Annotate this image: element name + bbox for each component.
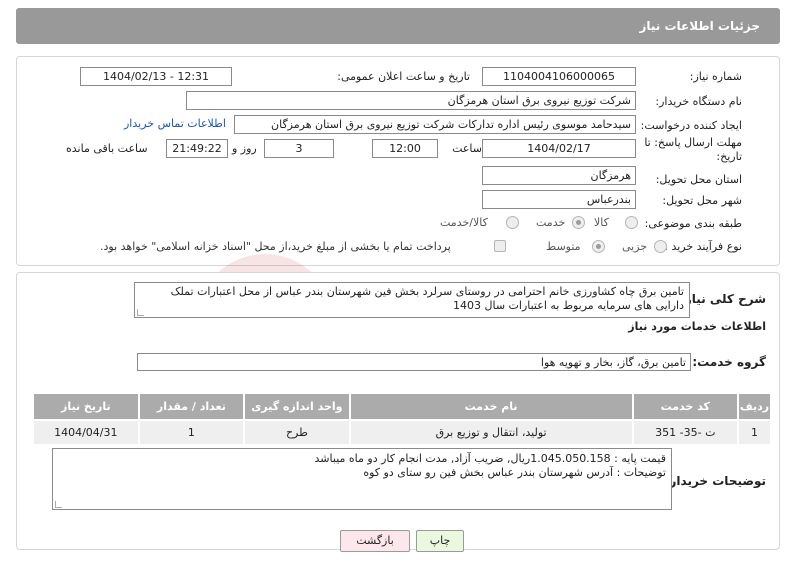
time-remaining-field: 21:49:22 bbox=[166, 139, 228, 158]
announce-datetime-label: تاریخ و ساعت اعلان عمومی: bbox=[337, 70, 470, 83]
buyer-notes-line2: توضیحات : آدرس شهرستان بندر عباس بخش فین… bbox=[363, 466, 666, 479]
treasury-payment-checkbox[interactable] bbox=[494, 240, 506, 252]
category-option-service: خدمت bbox=[536, 216, 566, 229]
cell-service-code: ت -35- 351 bbox=[631, 419, 740, 446]
process-radio-minor[interactable] bbox=[654, 240, 667, 253]
province-label: استان محل تحویل: bbox=[655, 173, 742, 186]
cell-need-date: 1404/04/31 bbox=[32, 419, 140, 446]
city-field: بندرعباس bbox=[482, 190, 636, 209]
days-label: روز و bbox=[232, 142, 257, 155]
buyer-contact-link[interactable]: اطلاعات تماس خریدار bbox=[124, 117, 226, 130]
announce-datetime-field: 1404/02/13 - 12:31 bbox=[80, 67, 232, 86]
province-field: هرمزگان bbox=[482, 166, 636, 185]
cell-row-number: 1 bbox=[737, 419, 772, 446]
need-number-label: شماره نیاز: bbox=[689, 70, 742, 83]
services-table: ردیف کد خدمت نام خدمت واحد اندازه گیری ت… bbox=[32, 392, 772, 446]
process-radio-medium[interactable] bbox=[592, 240, 605, 253]
requester-field: سیدحامد موسوی رئیس اداره تدارکات شرکت تو… bbox=[234, 115, 636, 134]
description-text: تامین برق چاه کشاورزی خانم احترامی در رو… bbox=[170, 285, 684, 312]
col-row-number: ردیف bbox=[737, 392, 772, 421]
cell-unit: طرح bbox=[243, 419, 351, 446]
service-group-label: گروه خدمت: bbox=[692, 355, 766, 369]
category-option-goods: کالا bbox=[594, 216, 609, 229]
category-option-goods-service: کالا/خدمت bbox=[440, 216, 488, 229]
services-table-header: ردیف کد خدمت نام خدمت واحد اندازه گیری ت… bbox=[32, 392, 772, 421]
deadline-date-field: 1404/02/17 bbox=[482, 139, 636, 158]
time-remaining-label: ساعت باقی مانده bbox=[66, 142, 148, 155]
col-unit: واحد اندازه گیری bbox=[243, 392, 351, 421]
process-option-medium: متوسط bbox=[546, 240, 581, 253]
col-service-name: نام خدمت bbox=[348, 392, 634, 421]
deadline-label-text: مهلت ارسال پاسخ: تا تاریخ: bbox=[644, 136, 742, 163]
description-label: شرح کلی نیاز: bbox=[680, 292, 766, 306]
need-number-field: 1104004106000065 bbox=[482, 67, 636, 86]
page-title: جزئیات اطلاعات نیاز bbox=[639, 19, 760, 33]
city-label: شهر محل تحویل: bbox=[662, 194, 742, 207]
buyer-org-field: شرکت توزیع نیروی برق استان هرمزگان bbox=[186, 91, 636, 110]
col-need-date: تاریخ نیاز bbox=[32, 392, 140, 421]
page-header: جزئیات اطلاعات نیاز bbox=[16, 8, 780, 44]
buyer-notes-line1: قیمت پایه : 1.045.050.158ریال, ضریب آزاد… bbox=[314, 452, 666, 465]
cell-quantity: 1 bbox=[137, 419, 246, 446]
cell-service-name: تولید، انتقال و توزیع برق bbox=[348, 419, 634, 446]
resize-grip-icon[interactable] bbox=[55, 501, 62, 508]
buyer-notes-label: توضیحات خریدار: bbox=[664, 474, 766, 488]
col-quantity: تعداد / مقدار bbox=[137, 392, 246, 421]
print-button[interactable]: چاپ bbox=[416, 530, 464, 552]
description-textarea: تامین برق چاه کشاورزی خانم احترامی در رو… bbox=[134, 282, 690, 318]
requester-label: ایجاد کننده درخواست: bbox=[640, 119, 742, 132]
service-group-field: تامین برق، گاز، بخار و تهویه هوا bbox=[137, 353, 691, 371]
category-label: طبقه بندی موضوعی: bbox=[644, 217, 742, 230]
buyer-notes-textarea: قیمت پایه : 1.045.050.158ریال, ضریب آزاد… bbox=[52, 448, 672, 510]
deadline-label: مهلت ارسال پاسخ: تا تاریخ: bbox=[642, 136, 742, 164]
category-radio-goods[interactable] bbox=[625, 216, 638, 229]
col-service-code: کد خدمت bbox=[631, 392, 740, 421]
process-label: نوع فرآیند خرید : bbox=[664, 240, 742, 253]
process-option-minor: جزیی bbox=[622, 240, 648, 253]
deadline-time-field: 12:00 bbox=[372, 139, 438, 158]
services-section-title: اطلاعات خدمات مورد نیاز bbox=[628, 320, 766, 333]
back-button[interactable]: بازگشت bbox=[340, 530, 410, 552]
deadline-time-label: ساعت bbox=[452, 142, 482, 155]
days-remaining-field: 3 bbox=[264, 139, 334, 158]
buyer-org-label: نام دستگاه خریدار: bbox=[655, 95, 742, 108]
category-radio-service[interactable] bbox=[572, 216, 585, 229]
resize-grip-icon[interactable] bbox=[137, 309, 144, 316]
treasury-payment-note: پرداخت تمام یا بخشی از مبلغ خرید،از محل … bbox=[100, 240, 451, 253]
category-radio-goods-service[interactable] bbox=[506, 216, 519, 229]
table-row: 1 ت -35- 351 تولید، انتقال و توزیع برق ط… bbox=[32, 419, 772, 446]
